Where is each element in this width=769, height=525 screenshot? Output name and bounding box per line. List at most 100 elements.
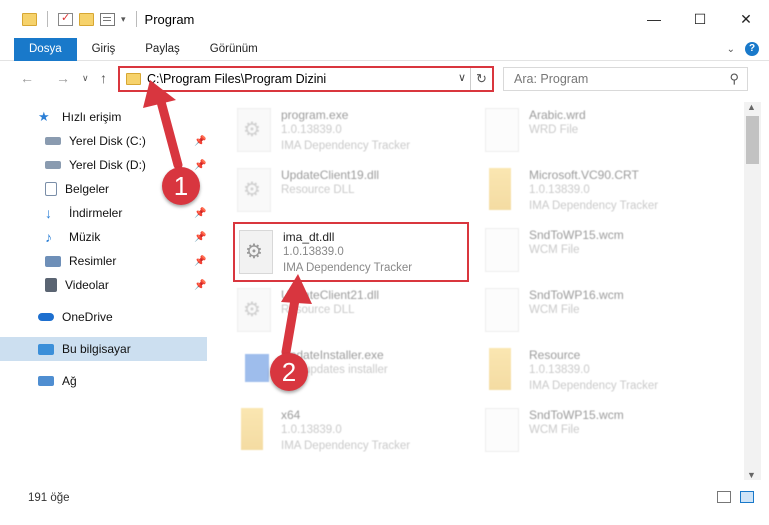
scroll-down-icon[interactable]: ▼ <box>747 470 756 480</box>
file-description: IMA Dependency Tracker <box>529 380 659 392</box>
sidebar-item-this-pc[interactable]: Bu bilgisayar <box>0 337 207 361</box>
recent-locations-icon[interactable]: ∨ <box>82 73 89 84</box>
status-bar: 191 öğe <box>0 487 769 509</box>
list-item[interactable]: SndToWP15.wcm WCM File <box>481 222 717 280</box>
file-type: WCM File <box>529 424 580 436</box>
file-version: 1.0.13839.0 <box>529 364 590 376</box>
sidebar-item-label: OneDrive <box>62 310 113 324</box>
file-version: 1.0.13839.0 <box>281 424 342 436</box>
tab-view[interactable]: Görünüm <box>195 38 273 61</box>
dll-file-icon <box>239 230 273 274</box>
properties-check-icon[interactable] <box>58 11 73 26</box>
sidebar-item-quick-access[interactable]: ★ Hızlı erişim <box>0 105 207 129</box>
maximize-icon[interactable]: ☐ <box>677 0 723 38</box>
list-item[interactable]: Microsoft.VC90.CRT 1.0.13839.0 IMA Depen… <box>481 162 717 220</box>
download-icon: ↓ <box>45 205 52 221</box>
search-icon[interactable]: ⚲ <box>729 71 739 87</box>
pin-icon[interactable]: 📌 <box>194 256 206 267</box>
file-name: Resource <box>529 348 581 362</box>
scroll-thumb[interactable] <box>746 116 759 164</box>
file-name: SndToWP15.wcm <box>529 228 624 242</box>
file-name: x64 <box>281 408 301 422</box>
details-view-icon[interactable] <box>717 491 731 503</box>
list-item[interactable]: SndToWP16.wcm WCM File <box>481 282 717 340</box>
tab-share[interactable]: Paylaş <box>130 38 195 61</box>
list-item[interactable]: program.exe 1.0.13839.0 IMA Dependency T… <box>233 102 469 160</box>
expand-ribbon-icon[interactable]: ⌄ <box>727 44 735 55</box>
search-placeholder[interactable]: Ara: Program <box>514 72 588 86</box>
list-item[interactable]: Arabic.wrd WRD File <box>481 102 717 160</box>
up-arrow-icon[interactable]: ↑ <box>100 70 107 86</box>
sidebar-item-label: Bu bilgisayar <box>62 342 131 356</box>
separator <box>135 11 137 27</box>
pin-icon[interactable]: 📌 <box>194 232 206 243</box>
file-version: 1.0.13839.0 <box>529 184 590 196</box>
exe-file-icon <box>237 108 271 152</box>
ribbon: Dosya Giriş Paylaş Görünüm ⌄ ? <box>0 37 769 61</box>
list-item[interactable]: SndToWP15.wcm WCM File <box>481 402 717 460</box>
file-description: IMA Dependency Tracker <box>529 200 659 212</box>
computer-icon <box>38 343 54 355</box>
documents-icon <box>45 182 57 196</box>
new-folder-icon[interactable] <box>79 12 94 26</box>
folder-icon <box>489 348 511 390</box>
large-icons-view-icon[interactable] <box>740 491 754 503</box>
sidebar-item-pictures[interactable]: Resimler 📌 <box>0 249 207 273</box>
file-name: Arabic.wrd <box>529 108 586 122</box>
sidebar-item-downloads[interactable]: ↓ İndirmeler 📌 <box>0 201 207 225</box>
minimize-icon[interactable]: — <box>631 0 677 38</box>
folder-icon <box>241 408 263 450</box>
drive-icon <box>45 161 61 169</box>
file-icon <box>485 288 519 332</box>
vertical-scrollbar[interactable]: ▲ ▼ <box>744 102 761 480</box>
folder-icon <box>126 73 141 85</box>
pin-icon[interactable]: 📌 <box>194 208 206 219</box>
back-arrow-icon[interactable]: ← <box>20 70 34 86</box>
chevron-down-icon[interactable]: ∨ <box>458 71 466 84</box>
callout-badge-1: 1 <box>162 167 200 205</box>
sidebar-item-videos[interactable]: Videolar 📌 <box>0 273 207 297</box>
navigation-pane: ★ Hızlı erişim Yerel Disk (C:) 📌 Yerel D… <box>0 102 210 482</box>
highlighted-file-ima-dt-dll[interactable]: ima_dt.dll 1.0.13839.0 IMA Dependency Tr… <box>233 222 469 282</box>
help-icon[interactable]: ? <box>745 42 759 56</box>
file-list: program.exe 1.0.13839.0 IMA Dependency T… <box>210 102 744 480</box>
installer-icon <box>245 354 269 382</box>
file-type: Resource DLL <box>281 304 355 316</box>
search-input[interactable]: Ara: Program ⚲ <box>503 67 748 91</box>
sidebar-item-onedrive[interactable]: OneDrive <box>0 305 207 329</box>
file-version: 1.0.13839.0 <box>281 124 342 136</box>
list-item[interactable]: UpdateInstaller.exe IMF updates installe… <box>233 342 469 400</box>
sidebar-item-music[interactable]: ♪ Müzik 📌 <box>0 225 207 249</box>
separator <box>47 11 48 27</box>
sidebar-item-network[interactable]: Ağ <box>0 369 207 393</box>
list-item[interactable]: Resource 1.0.13839.0 IMA Dependency Trac… <box>481 342 717 400</box>
music-icon: ♪ <box>45 229 52 245</box>
tab-home[interactable]: Giriş <box>77 38 131 61</box>
address-path[interactable]: C:\Program Files\Program Dizini <box>147 72 326 86</box>
file-name: ima_dt.dll <box>283 230 335 244</box>
pin-icon[interactable]: 📌 <box>194 160 206 171</box>
customize-dropdown-icon[interactable]: ▾ <box>121 14 126 25</box>
refresh-icon[interactable]: ↻ <box>470 68 492 90</box>
sidebar-item-label: Yerel Disk (C:) <box>69 134 146 148</box>
scroll-up-icon[interactable]: ▲ <box>747 102 756 112</box>
close-icon[interactable]: ✕ <box>723 0 769 38</box>
sidebar-item-label: Yerel Disk (D:) <box>69 158 146 172</box>
view-options-icon[interactable] <box>100 12 115 26</box>
pin-icon[interactable]: 📌 <box>194 136 206 147</box>
window-title: Program <box>144 11 195 27</box>
list-item[interactable]: x64 1.0.13839.0 IMA Dependency Tracker <box>233 402 469 460</box>
file-description: IMA Dependency Tracker <box>281 440 411 452</box>
forward-arrow-icon[interactable]: → <box>56 70 70 86</box>
tab-file[interactable]: Dosya <box>14 37 77 61</box>
pin-icon[interactable]: 📌 <box>194 280 206 291</box>
list-item[interactable]: UpdateClient19.dll Resource DLL <box>233 162 469 220</box>
file-version: 1.0.13839.0 <box>283 246 344 258</box>
list-item[interactable]: UpdateClient21.dll Resource DLL <box>233 282 469 340</box>
file-type: WRD File <box>529 124 579 136</box>
address-bar[interactable]: C:\Program Files\Program Dizini ∨ ↻ <box>118 66 494 92</box>
sidebar-item-label: Videolar <box>65 278 109 292</box>
sidebar-item-local-disk-c[interactable]: Yerel Disk (C:) 📌 <box>0 129 207 153</box>
file-icon <box>485 408 519 452</box>
file-name: SndToWP16.wcm <box>529 288 624 302</box>
